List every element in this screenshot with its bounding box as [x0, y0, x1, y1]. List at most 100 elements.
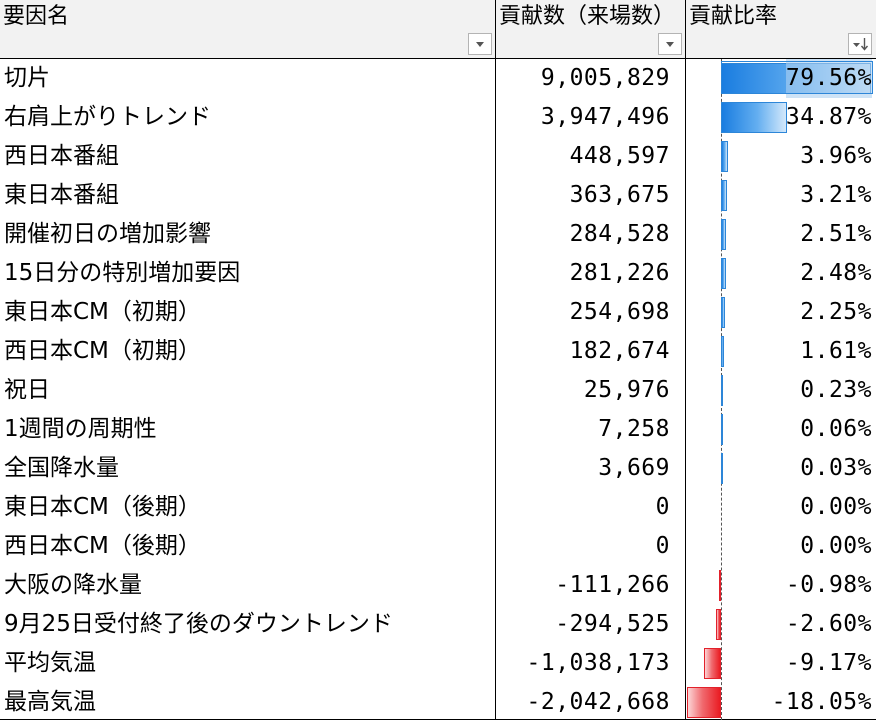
contribution-count-cell[interactable]: -1,038,173: [496, 644, 684, 683]
contribution-count-cell[interactable]: 182,674: [496, 332, 684, 371]
factor-name-cell[interactable]: 東日本CM（後期）: [0, 488, 495, 527]
table-row: 東日本番組 363,675 3.21%: [0, 176, 876, 215]
contribution-count-cell[interactable]: 7,258: [496, 410, 684, 449]
contribution-ratio-cell[interactable]: 2.48%: [686, 254, 876, 293]
factor-name-cell[interactable]: 東日本番組: [0, 176, 495, 215]
table-row: 西日本CM（初期） 182,674 1.61%: [0, 332, 876, 371]
factor-name-cell[interactable]: 平均気温: [0, 644, 495, 683]
contribution-ratio-cell[interactable]: 0.06%: [686, 410, 876, 449]
data-bar: [721, 375, 723, 406]
header-label: 貢献数（来場数）: [499, 4, 676, 29]
header-row: 要因名 貢献数（来場数） 貢献比率: [0, 0, 876, 59]
table-row: 9月25日受付終了後のダウントレンド -294,525 -2.60%: [0, 605, 876, 644]
table-row: 開催初日の増加影響 284,528 2.51%: [0, 215, 876, 254]
ratio-value: 1.61%: [800, 338, 872, 364]
contribution-ratio-cell[interactable]: 0.03%: [686, 449, 876, 488]
ratio-value: 2.51%: [800, 221, 872, 247]
table-row: 右肩上がりトレンド 3,947,496 34.87%: [0, 98, 876, 137]
contribution-count-cell[interactable]: 448,597: [496, 137, 684, 176]
ratio-value: 79.56%: [785, 59, 872, 98]
header-contribution-count[interactable]: 貢献数（来場数）: [496, 0, 686, 58]
data-bar: [721, 414, 723, 445]
filter-button-contribution-ratio[interactable]: [848, 33, 872, 55]
factor-name-cell[interactable]: 開催初日の増加影響: [0, 215, 495, 254]
factor-name-cell[interactable]: 祝日: [0, 371, 495, 410]
contribution-count-cell[interactable]: -2,042,668: [496, 683, 684, 722]
data-bar: [721, 453, 723, 484]
ratio-value: 0.00%: [800, 494, 872, 520]
filter-button-factor-name[interactable]: [468, 33, 492, 55]
contribution-count-cell[interactable]: -111,266: [496, 566, 684, 605]
table-row: 15日分の特別増加要因 281,226 2.48%: [0, 254, 876, 293]
factor-name-cell[interactable]: 全国降水量: [0, 449, 495, 488]
factor-name-cell[interactable]: 最高気温: [0, 683, 495, 722]
dropdown-arrow-icon: [476, 42, 484, 47]
contribution-ratio-cell[interactable]: 0.00%: [686, 488, 876, 527]
table-row: 東日本CM（初期） 254,698 2.25%: [0, 293, 876, 332]
ratio-value: 3.21%: [800, 182, 872, 208]
contribution-ratio-cell[interactable]: 34.87%: [686, 98, 876, 137]
factor-name-cell[interactable]: 切片: [0, 59, 495, 98]
contribution-ratio-cell[interactable]: 2.25%: [686, 293, 876, 332]
factor-name-cell[interactable]: 大阪の降水量: [0, 566, 495, 605]
sort-descending-filter-icon: [853, 38, 869, 51]
contribution-count-cell[interactable]: -294,525: [496, 605, 684, 644]
data-bar: [716, 609, 721, 640]
contribution-ratio-cell[interactable]: 0.00%: [686, 527, 876, 566]
contribution-ratio-cell[interactable]: 3.21%: [686, 176, 876, 215]
contribution-ratio-cell[interactable]: 0.23%: [686, 371, 876, 410]
ratio-value: 0.06%: [800, 416, 872, 442]
factor-name-cell[interactable]: 右肩上がりトレンド: [0, 98, 495, 137]
contribution-ratio-cell[interactable]: 2.51%: [686, 215, 876, 254]
contribution-count-cell[interactable]: 3,669: [496, 449, 684, 488]
data-bar: [721, 258, 726, 289]
contribution-ratio-cell[interactable]: -2.60%: [686, 605, 876, 644]
contribution-count-cell[interactable]: 281,226: [496, 254, 684, 293]
factor-name-cell[interactable]: 15日分の特別増加要因: [0, 254, 495, 293]
contribution-count-cell[interactable]: 254,698: [496, 293, 684, 332]
contribution-ratio-cell[interactable]: 79.56%: [686, 59, 876, 98]
contribution-ratio-cell[interactable]: 3.96%: [686, 137, 876, 176]
factor-name-cell[interactable]: 東日本CM（初期）: [0, 293, 495, 332]
contribution-count-cell[interactable]: 0: [496, 527, 684, 566]
header-factor-name[interactable]: 要因名: [0, 0, 496, 58]
contribution-count-cell[interactable]: 284,528: [496, 215, 684, 254]
factor-name-cell[interactable]: 西日本CM（初期）: [0, 332, 495, 371]
factor-name-cell[interactable]: 1週間の周期性: [0, 410, 495, 449]
table-row: 1週間の周期性 7,258 0.06%: [0, 410, 876, 449]
table-row: 切片 9,005,829 79.56%: [0, 59, 876, 98]
contribution-ratio-cell[interactable]: -9.17%: [686, 644, 876, 683]
contribution-count-cell[interactable]: 25,976: [496, 371, 684, 410]
contribution-count-cell[interactable]: 0: [496, 488, 684, 527]
ratio-value: 3.96%: [800, 143, 872, 169]
table-row: 平均気温 -1,038,173 -9.17%: [0, 644, 876, 683]
header-label: 貢献比率: [689, 4, 778, 29]
dropdown-arrow-icon: [666, 42, 674, 47]
contribution-ratio-cell[interactable]: -18.05%: [686, 683, 876, 722]
ratio-value: 0.23%: [800, 377, 872, 403]
factor-name-cell[interactable]: 西日本CM（後期）: [0, 527, 495, 566]
spreadsheet-table: 要因名 貢献数（来場数） 貢献比率 切片 9,005,829 79.56% 右肩…: [0, 0, 876, 720]
contribution-ratio-cell[interactable]: -0.98%: [686, 566, 876, 605]
factor-name-cell[interactable]: 9月25日受付終了後のダウントレンド: [0, 605, 495, 644]
data-bar: [721, 180, 727, 211]
header-contribution-ratio[interactable]: 貢献比率: [686, 0, 876, 58]
filter-button-contribution-count[interactable]: [658, 33, 682, 55]
ratio-value: 2.25%: [800, 299, 872, 325]
data-bar: [721, 297, 725, 328]
header-label: 要因名: [3, 4, 70, 29]
contribution-count-cell[interactable]: 9,005,829: [496, 59, 684, 98]
factor-name-cell[interactable]: 西日本番組: [0, 137, 495, 176]
ratio-value: -9.17%: [785, 650, 872, 676]
table-row: 祝日 25,976 0.23%: [0, 371, 876, 410]
data-bar: [687, 687, 721, 718]
ratio-value: 0.03%: [800, 455, 872, 481]
data-bar: [719, 570, 721, 601]
ratio-value: 0.00%: [800, 533, 872, 559]
ratio-value: -18.05%: [771, 689, 872, 715]
contribution-count-cell[interactable]: 363,675: [496, 176, 684, 215]
data-bar: [721, 219, 726, 250]
data-bar: [721, 336, 724, 367]
contribution-ratio-cell[interactable]: 1.61%: [686, 332, 876, 371]
contribution-count-cell[interactable]: 3,947,496: [496, 98, 684, 137]
